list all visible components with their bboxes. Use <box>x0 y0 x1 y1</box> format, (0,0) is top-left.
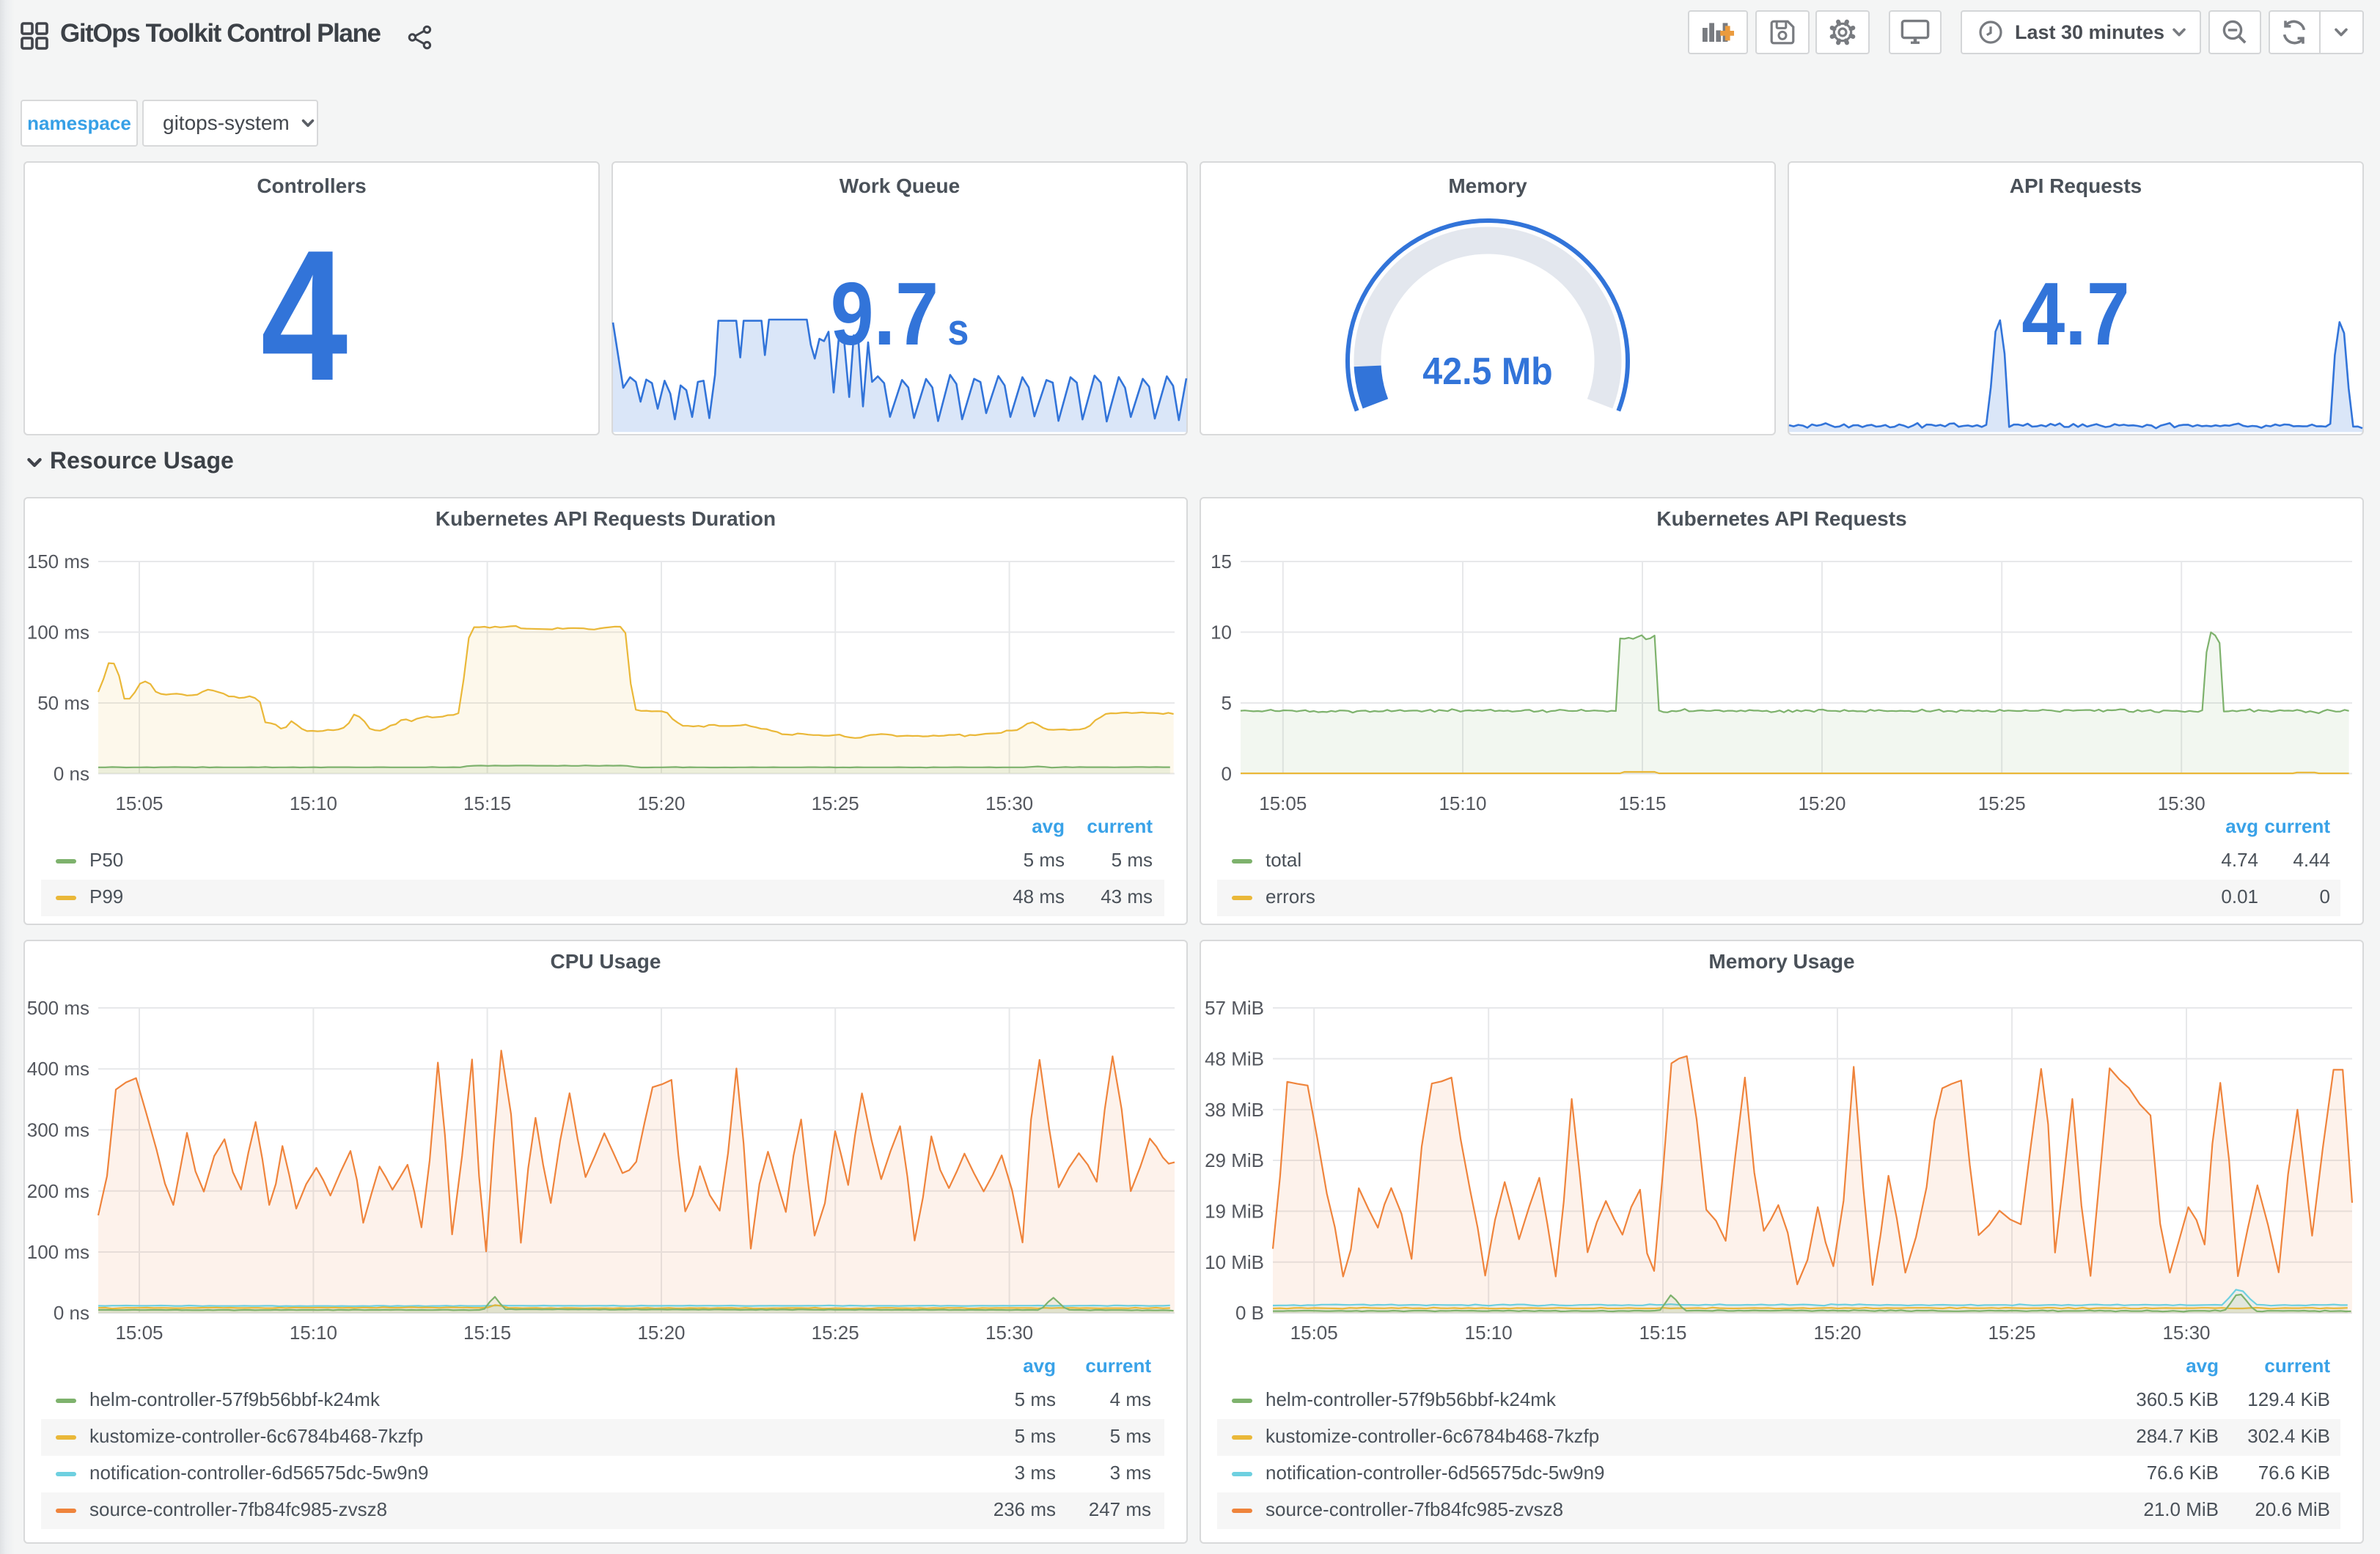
svg-text:15: 15 <box>1211 550 1232 572</box>
svg-text:15:30: 15:30 <box>985 792 1033 814</box>
svg-text:15:25: 15:25 <box>1988 1322 2035 1344</box>
svg-text:0 ns: 0 ns <box>54 1302 89 1324</box>
svg-text:15:15: 15:15 <box>1618 792 1666 814</box>
svg-text:15:05: 15:05 <box>1259 792 1307 814</box>
svg-text:15:20: 15:20 <box>1813 1322 1861 1344</box>
svg-text:150 ms: 150 ms <box>27 550 89 572</box>
svg-text:15:10: 15:10 <box>1465 1322 1513 1344</box>
svg-text:100 ms: 100 ms <box>27 1241 89 1263</box>
svg-text:15:15: 15:15 <box>463 1322 511 1344</box>
svg-text:300 ms: 300 ms <box>27 1119 89 1141</box>
svg-text:15:25: 15:25 <box>1978 792 2026 814</box>
svg-text:38 MiB: 38 MiB <box>1205 1099 1264 1121</box>
svg-text:15:30: 15:30 <box>985 1322 1033 1344</box>
svg-text:10 MiB: 10 MiB <box>1205 1251 1264 1273</box>
svg-text:19 MiB: 19 MiB <box>1205 1200 1264 1222</box>
svg-text:15:15: 15:15 <box>1639 1322 1686 1344</box>
svg-text:15:20: 15:20 <box>637 1322 685 1344</box>
svg-text:400 ms: 400 ms <box>27 1058 89 1080</box>
svg-text:15:25: 15:25 <box>812 1322 859 1344</box>
svg-text:15:10: 15:10 <box>290 792 337 814</box>
svg-text:10: 10 <box>1211 621 1232 643</box>
svg-text:50 ms: 50 ms <box>37 692 89 714</box>
svg-text:15:10: 15:10 <box>290 1322 337 1344</box>
svg-text:15:05: 15:05 <box>1290 1322 1338 1344</box>
svg-text:200 ms: 200 ms <box>27 1180 89 1202</box>
svg-text:0: 0 <box>1222 762 1232 784</box>
svg-text:15:20: 15:20 <box>1798 792 1845 814</box>
svg-text:15:05: 15:05 <box>115 1322 163 1344</box>
svg-text:29 MiB: 29 MiB <box>1205 1149 1264 1171</box>
svg-text:0 B: 0 B <box>1235 1302 1264 1324</box>
svg-text:0 ns: 0 ns <box>54 762 89 784</box>
svg-text:48 MiB: 48 MiB <box>1205 1047 1264 1069</box>
svg-text:15:05: 15:05 <box>115 792 163 814</box>
svg-text:15:20: 15:20 <box>637 792 685 814</box>
svg-text:100 ms: 100 ms <box>27 621 89 643</box>
svg-text:15:15: 15:15 <box>463 792 511 814</box>
svg-text:500 ms: 500 ms <box>27 997 89 1019</box>
svg-text:15:25: 15:25 <box>812 792 859 814</box>
svg-text:15:30: 15:30 <box>2162 1322 2210 1344</box>
svg-text:15:30: 15:30 <box>2158 792 2205 814</box>
svg-text:5: 5 <box>1222 692 1232 714</box>
svg-text:57 MiB: 57 MiB <box>1205 997 1264 1019</box>
svg-text:15:10: 15:10 <box>1439 792 1486 814</box>
